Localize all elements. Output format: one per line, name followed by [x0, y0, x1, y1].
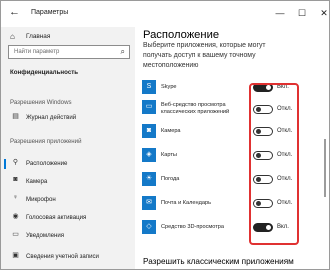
section-header-windows-permissions: Разрешения Windows	[10, 99, 72, 106]
sidebar-item-label: Микрофон	[26, 196, 56, 203]
section-title-confidentiality: Конфиденциальность	[10, 69, 79, 76]
main-content: Расположение Выберите приложения, которы…	[135, 27, 329, 269]
sidebar-item-microphone[interactable]: ♀ Микрофон	[1, 193, 135, 207]
description-line: местоположению	[143, 62, 199, 69]
app-name: Карты	[161, 152, 177, 158]
description-line: Выберите приложения, которые могут	[143, 42, 266, 49]
skype-icon: S	[142, 80, 156, 94]
sidebar-item-account-info[interactable]: ▣ Сведения учетной записи	[1, 250, 135, 264]
sidebar-item-label: Камера	[26, 178, 48, 185]
app-row-web-viewer: ▭ Веб-средство просмотра классических пр…	[135, 99, 329, 121]
app-name: Средство 3D-просмотра	[161, 224, 225, 230]
minimize-button[interactable]: —	[273, 6, 287, 20]
sidebar-item-label: Сведения учетной записи	[26, 253, 99, 260]
window-title: Параметры	[31, 9, 69, 16]
location-icon: ⚲	[12, 159, 19, 166]
search-icon: ⌕	[120, 47, 125, 56]
sidebar-item-home[interactable]: ⌂ Главная	[1, 31, 135, 45]
app-name: Веб-средство просмотра	[161, 102, 226, 108]
account-info-icon: ▣	[12, 252, 19, 259]
app-row-maps: ◈ Карты Откл.	[135, 145, 329, 167]
sidebar-item-label: Расположение	[26, 160, 68, 167]
camera-icon: ◙	[13, 176, 18, 183]
weather-app-icon: ☀	[142, 172, 156, 186]
app-row-camera: ◙ Камера Откл.	[135, 121, 329, 143]
app-name: Камера	[161, 128, 181, 134]
sidebar-item-label: Уведомления	[26, 232, 65, 239]
sidebar-item-label: Главная	[26, 33, 51, 40]
app-name: Skype	[161, 84, 177, 90]
history-icon: ▤	[12, 113, 19, 120]
maximize-button[interactable]: ☐	[295, 6, 309, 20]
back-arrow-icon[interactable]: ←	[9, 6, 20, 18]
allow-desktop-apps-heading: Разрешить классическим приложениям	[143, 257, 294, 266]
sidebar-item-voice-activation[interactable]: ◉ Голосовая активация	[1, 211, 135, 225]
home-icon: ⌂	[10, 32, 15, 41]
mail-calendar-app-icon: ✉	[142, 196, 156, 210]
app-row-3d-viewer: ◇ Средство 3D-просмотра Вкл.	[135, 217, 329, 239]
web-viewer-icon: ▭	[142, 100, 156, 114]
app-name: Погода	[161, 176, 180, 182]
sidebar-item-activity-history[interactable]: ▤ Журнал действий	[1, 111, 135, 125]
camera-app-icon: ◙	[142, 124, 156, 138]
microphone-icon: ♀	[12, 194, 19, 201]
description-line: получать доступ к вашему точному	[143, 52, 256, 59]
3d-viewer-app-icon: ◇	[142, 220, 156, 234]
scrollbar[interactable]	[324, 139, 326, 197]
voice-activation-icon: ◉	[12, 213, 19, 220]
search-input[interactable]: Найти параметр ⌕	[8, 45, 130, 59]
close-button[interactable]: ✕	[317, 6, 329, 20]
maps-app-icon: ◈	[142, 148, 156, 162]
page-title: Расположение	[143, 29, 220, 41]
sidebar-item-camera[interactable]: ◙ Камера	[1, 175, 135, 189]
active-indicator	[4, 159, 6, 169]
red-highlight-box	[249, 83, 299, 245]
sidebar-item-location[interactable]: ⚲ Расположение	[1, 157, 135, 171]
sidebar-item-label: Голосовая активация	[26, 214, 87, 221]
notifications-icon: ▭	[12, 231, 19, 238]
app-name: Почта и Календарь	[161, 200, 211, 206]
search-placeholder: Найти параметр	[14, 49, 60, 55]
title-bar: ← Параметры — ☐ ✕	[1, 1, 329, 27]
sidebar-item-notifications[interactable]: ▭ Уведомления	[1, 229, 135, 243]
sidebar-item-label: Журнал действий	[26, 114, 77, 121]
app-row-weather: ☀ Погода Откл.	[135, 169, 329, 191]
app-name: классических приложений	[161, 109, 230, 115]
section-header-app-permissions: Разрешения приложений	[10, 138, 82, 145]
settings-window: ← Параметры — ☐ ✕ ⌂ Главная Найти параме…	[0, 0, 330, 270]
sidebar: ⌂ Главная Найти параметр ⌕ Конфиденциаль…	[1, 27, 135, 269]
app-row-skype: S Skype Вкл.	[135, 77, 329, 99]
app-row-mail-calendar: ✉ Почта и Календарь Откл.	[135, 193, 329, 215]
